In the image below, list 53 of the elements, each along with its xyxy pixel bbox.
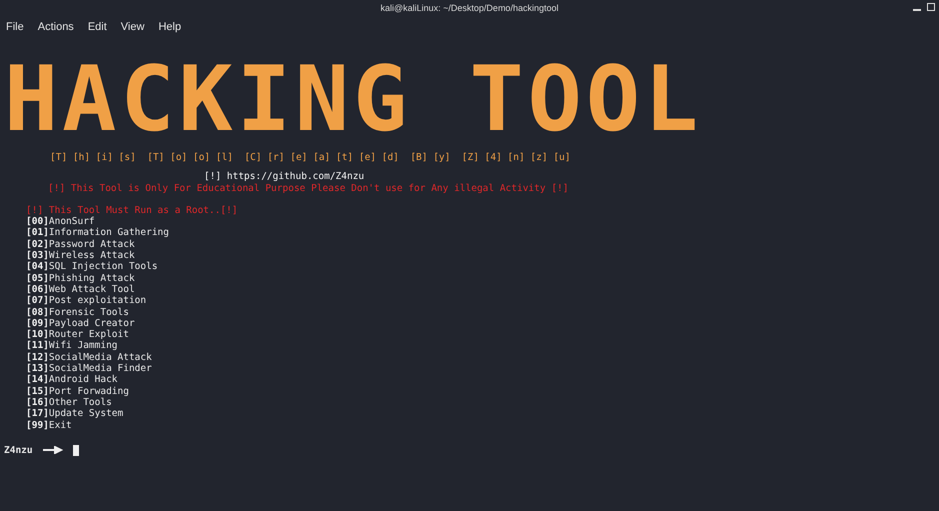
option-label: Port Forwading [48, 386, 129, 397]
option-number: [17] [26, 408, 49, 420]
warning-line: [!] This Tool is Only For Educational Purpose Please Don't use for Any illegal Activity [!] [47, 182, 568, 194]
text-cursor [72, 444, 79, 456]
menu-item[interactable]: Actions [38, 21, 74, 33]
option-number: [01] [26, 227, 49, 239]
option-number: [14] [26, 374, 49, 386]
github-link-line: [!] https://github.com/Z4nzu [203, 171, 364, 183]
option-label: Wifi Jamming [48, 340, 118, 352]
option-number: [08] [26, 306, 49, 318]
banner-title: HACKING TOOL [4, 52, 704, 148]
option-label: Exit [48, 420, 72, 431]
option-number: [04] [26, 261, 49, 273]
option-number: [09] [26, 318, 49, 330]
option-number: [11] [26, 340, 49, 352]
option-label: Web Attack Tool [48, 284, 135, 296]
option-number: [99] [26, 420, 49, 431]
option-label: SocialMedia Attack [48, 352, 152, 364]
option-label: Other Tools [48, 396, 112, 408]
option-label: Forensic Tools [48, 306, 129, 318]
option-label: Payload Creator [48, 318, 135, 330]
menu-item[interactable]: View [120, 21, 144, 33]
option-label: Phishing Attack [48, 272, 135, 284]
root-notice: [!] This Tool Must Run as a Root..[!] [25, 204, 238, 216]
option-number: [13] [26, 363, 49, 374]
option-label: SocialMedia Finder [48, 363, 152, 374]
option-label: Android Hack [48, 374, 118, 386]
option-number: [16] [26, 396, 49, 408]
credit-line: [T] [h] [i] [s] [T] [o] [o] [l] [C] [r] [e] [a] [t] [e] [d] [B] [y] [Z] [4] [n] [z] [u] [49, 152, 570, 164]
option-label: Update System [48, 408, 124, 420]
option-number: [06] [26, 284, 49, 296]
option-number: [10] [26, 329, 49, 340]
window-title: kali@kaliLinux: ~/Desktop/Demo/hackingtool [380, 3, 558, 13]
menu-item[interactable]: Help [158, 21, 182, 33]
arrow-icon [42, 446, 63, 454]
option-number: [00] [26, 216, 49, 228]
option-number: [02] [26, 238, 49, 250]
option-label: Post exploitation [48, 295, 146, 307]
option-label: SQL Injection Tools [48, 261, 158, 273]
option-label: Password Attack [48, 238, 135, 250]
option-number: [07] [26, 295, 49, 307]
option-number: [03] [26, 250, 49, 262]
option-label: Router Exploit [48, 329, 129, 340]
option-number: [15] [26, 386, 49, 397]
option-number: [05] [26, 272, 49, 284]
option-label: Information Gathering [48, 227, 169, 239]
menu-item[interactable]: Edit [88, 21, 107, 33]
option-label: Wireless Attack [48, 250, 135, 262]
option-number: [12] [26, 352, 49, 364]
maximize-icon[interactable] [927, 3, 935, 11]
prompt-name: Z4nzu [4, 444, 33, 456]
menu-item[interactable]: File [6, 21, 24, 33]
option-label: AnonSurf [48, 216, 95, 228]
